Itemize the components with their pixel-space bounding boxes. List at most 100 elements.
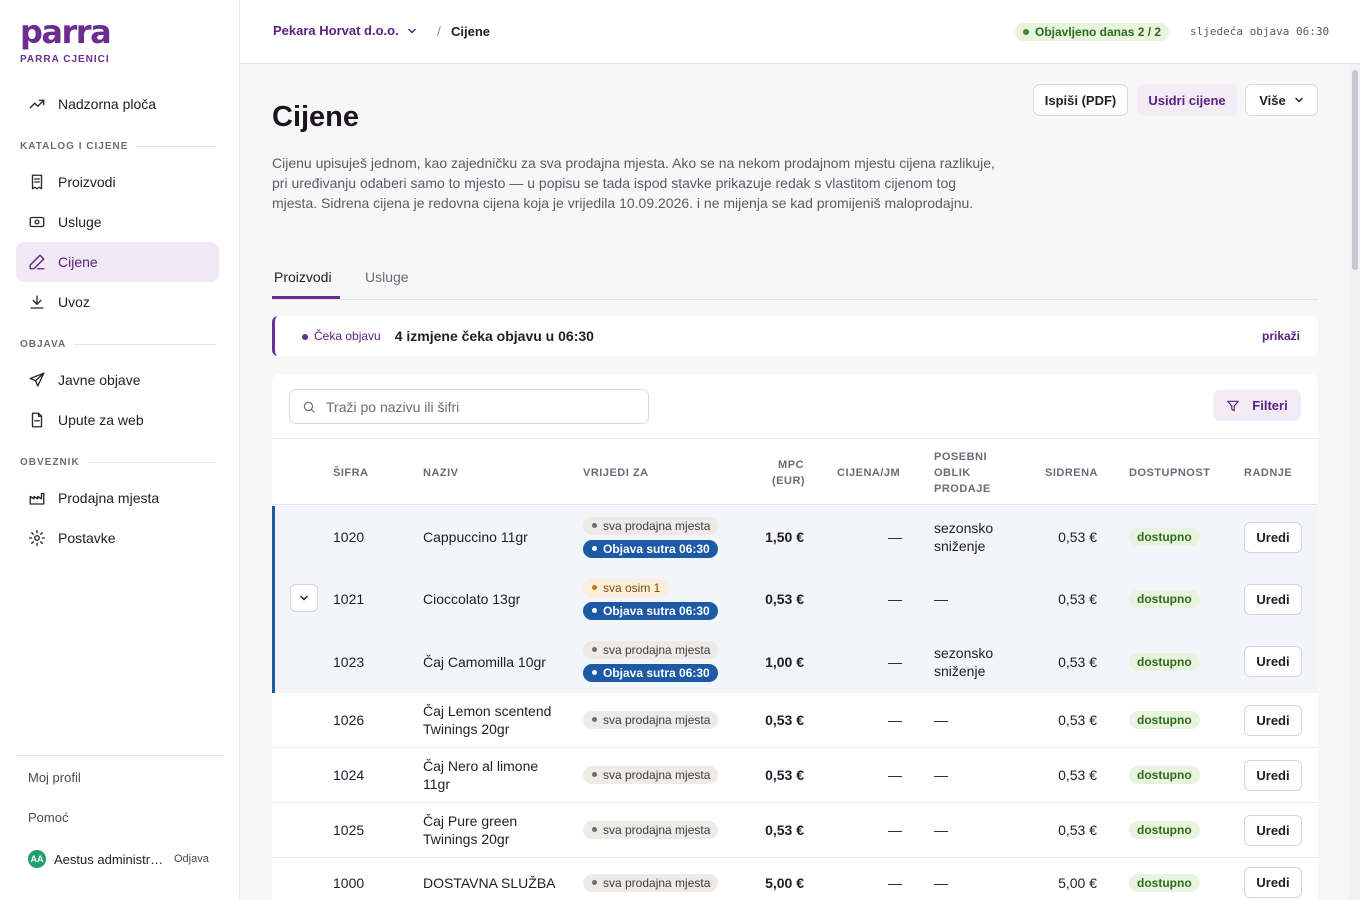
sidebar-item-dashboard[interactable]: Nadzorna ploča	[16, 84, 219, 124]
table-row[interactable]: 1023 Čaj Camomilla 10gr sva prodajna mje…	[272, 630, 1318, 693]
nav-section-obligor: OBVEZNIK	[20, 457, 216, 468]
help-link[interactable]: Pomoć	[28, 810, 68, 825]
logout-link[interactable]: Odjava	[174, 853, 209, 865]
cell-per-unit: —	[888, 712, 902, 728]
cell-name: DOSTAVNA SLUŽBA	[423, 874, 556, 891]
tab-products[interactable]: Proizvodi	[274, 269, 332, 285]
cell-valid-for: sva prodajna mjesta	[583, 693, 719, 747]
cell-availability: dostupno	[1129, 693, 1200, 747]
pending-status-pill: Čeka objavu	[302, 329, 381, 343]
search-input[interactable]	[326, 398, 626, 415]
sidebar-item-public-posts[interactable]: Javne objave	[16, 360, 219, 400]
download-icon	[30, 295, 44, 309]
sidebar-item-settings[interactable]: Postavke	[16, 518, 219, 558]
tab-services[interactable]: Usluge	[365, 269, 409, 285]
edit-button[interactable]: Uredi	[1244, 521, 1302, 553]
scope-chip: sva prodajna mjesta	[583, 711, 719, 729]
cell-mpc: 5,00 €	[765, 874, 804, 891]
col-special-line2: OBLIK	[934, 467, 971, 479]
col-special-line3: PRODAJE	[934, 483, 991, 495]
nav-section-publish: OBJAVA	[20, 339, 216, 350]
nav-section-title: OBJAVA	[20, 339, 67, 350]
print-pdf-button[interactable]: Ispiši (PDF)	[1033, 84, 1128, 116]
table-row[interactable]: 1000 DOSTAVNA SLUŽBA sva prodajna mjesta…	[272, 858, 1318, 900]
sidebar-item-prices[interactable]: Cijene	[16, 242, 219, 282]
filters-button[interactable]: Filteri	[1213, 390, 1301, 421]
sidebar-item-label: Cijene	[58, 254, 98, 270]
search-box[interactable]	[289, 389, 649, 424]
col-special: POSEBNI OBLIK PRODAJE	[934, 449, 991, 497]
cell-special: sezonsko sniženje	[934, 520, 994, 554]
sidebar-item-import[interactable]: Uvoz	[16, 282, 219, 322]
cell-name: Cappuccino 11gr	[423, 529, 528, 545]
edit-button[interactable]: Uredi	[1244, 704, 1302, 736]
sidebar-item-label: Upute za web	[58, 412, 144, 428]
edit-button[interactable]: Uredi	[1244, 814, 1302, 846]
breadcrumb: Cijene	[451, 24, 491, 39]
cell-anchor: 0,53 €	[1058, 822, 1097, 838]
pending-publish-chip: Objava sutra 06:30	[583, 539, 718, 558]
availability-badge: dostupno	[1129, 873, 1200, 892]
col-anchor[interactable]: SIDRENA	[1045, 465, 1098, 481]
search-icon	[303, 401, 315, 413]
cell-special: —	[934, 874, 948, 891]
show-pending-link[interactable]: prikaži	[1262, 329, 1300, 343]
anchor-prices-button[interactable]: Usidri cijene	[1137, 84, 1237, 116]
cell-mpc: 0,53 €	[765, 822, 804, 838]
cell-actions: Uredi	[1244, 858, 1302, 900]
cell-per-unit: —	[888, 591, 902, 607]
table-row[interactable]: 1020 Cappuccino 11gr sva prodajna mjesta…	[272, 506, 1318, 568]
col-mpc-line1: MPC	[778, 459, 804, 471]
cell-name: Čaj Camomilla 10gr	[423, 653, 546, 670]
edit-button[interactable]: Uredi	[1244, 867, 1302, 898]
expand-row-button[interactable]	[290, 584, 318, 612]
col-name[interactable]: NAZIV	[423, 465, 459, 481]
sidebar-item-services[interactable]: Usluge	[16, 202, 219, 242]
edit-button[interactable]: Uredi	[1244, 759, 1302, 791]
cell-name: Cioccolato 13gr	[423, 591, 521, 607]
col-mpc[interactable]: MPC (EUR)	[772, 457, 806, 489]
availability-badge: dostupno	[1129, 528, 1200, 546]
col-mpc-line2: (EUR)	[772, 475, 806, 487]
tab-bar: Proizvodi Usluge	[272, 262, 1318, 300]
cell-availability: dostupno	[1129, 630, 1200, 693]
receipt-icon	[31, 174, 43, 190]
cell-availability: dostupno	[1129, 506, 1200, 568]
col-code[interactable]: ŠIFRA	[333, 465, 369, 481]
sidebar-item-products[interactable]: Proizvodi	[16, 162, 219, 202]
nav-section-catalog: KATALOG I CIJENE	[20, 141, 216, 152]
nav-section-title: OBVEZNIK	[20, 457, 80, 468]
pending-publish-chip: Objava sutra 06:30	[583, 601, 718, 620]
active-tab-indicator	[272, 296, 340, 299]
table-row[interactable]: 1025 Čaj Pure green Twinings 20gr sva pr…	[272, 803, 1318, 858]
sidebar-item-web-guide[interactable]: Upute za web	[16, 400, 219, 440]
sidebar-item-label: Proizvodi	[58, 174, 116, 190]
table-row[interactable]: 1021 Cioccolato 13gr sva osim 1 Objava s…	[272, 568, 1318, 630]
brand-logo[interactable]: parra	[20, 16, 112, 48]
scrollbar-thumb[interactable]	[1352, 70, 1358, 270]
brand[interactable]: parra PARRA CJENICI	[20, 16, 112, 65]
cell-mpc: 1,00 €	[765, 653, 804, 670]
breadcrumb-separator: /	[437, 23, 441, 39]
user-row: AA Aestus administr… Odjava	[28, 850, 209, 868]
more-menu-button[interactable]: Više	[1245, 84, 1318, 116]
org-switcher[interactable]: Pekara Horvat d.o.o.	[273, 23, 417, 38]
more-label: Više	[1259, 92, 1286, 108]
org-name: Pekara Horvat d.o.o.	[273, 23, 399, 38]
edit-button[interactable]: Uredi	[1244, 583, 1302, 615]
table-row[interactable]: 1026 Čaj Lemon scentend Twinings 20gr sv…	[272, 693, 1318, 748]
cell-special: —	[934, 822, 948, 838]
edit-button[interactable]: Uredi	[1244, 646, 1302, 677]
cell-actions: Uredi	[1244, 748, 1302, 802]
availability-badge: dostupno	[1129, 590, 1200, 608]
availability-badge: dostupno	[1129, 652, 1200, 671]
banknote-icon	[29, 216, 45, 228]
scope-chip: sva prodajna mjesta	[583, 873, 719, 892]
sidebar-item-stores[interactable]: Prodajna mjesta	[16, 478, 219, 518]
cell-code: 1000	[333, 874, 365, 891]
availability-badge: dostupno	[1129, 766, 1200, 784]
profile-link[interactable]: Moj profil	[28, 770, 81, 785]
table-header: ŠIFRA NAZIV VRIJEDI ZA MPC (EUR) CIJENA/J…	[272, 438, 1318, 505]
table-row[interactable]: 1024 Čaj Nero al limone 11gr sva prodajn…	[272, 748, 1318, 803]
trending-up-icon	[29, 99, 45, 109]
